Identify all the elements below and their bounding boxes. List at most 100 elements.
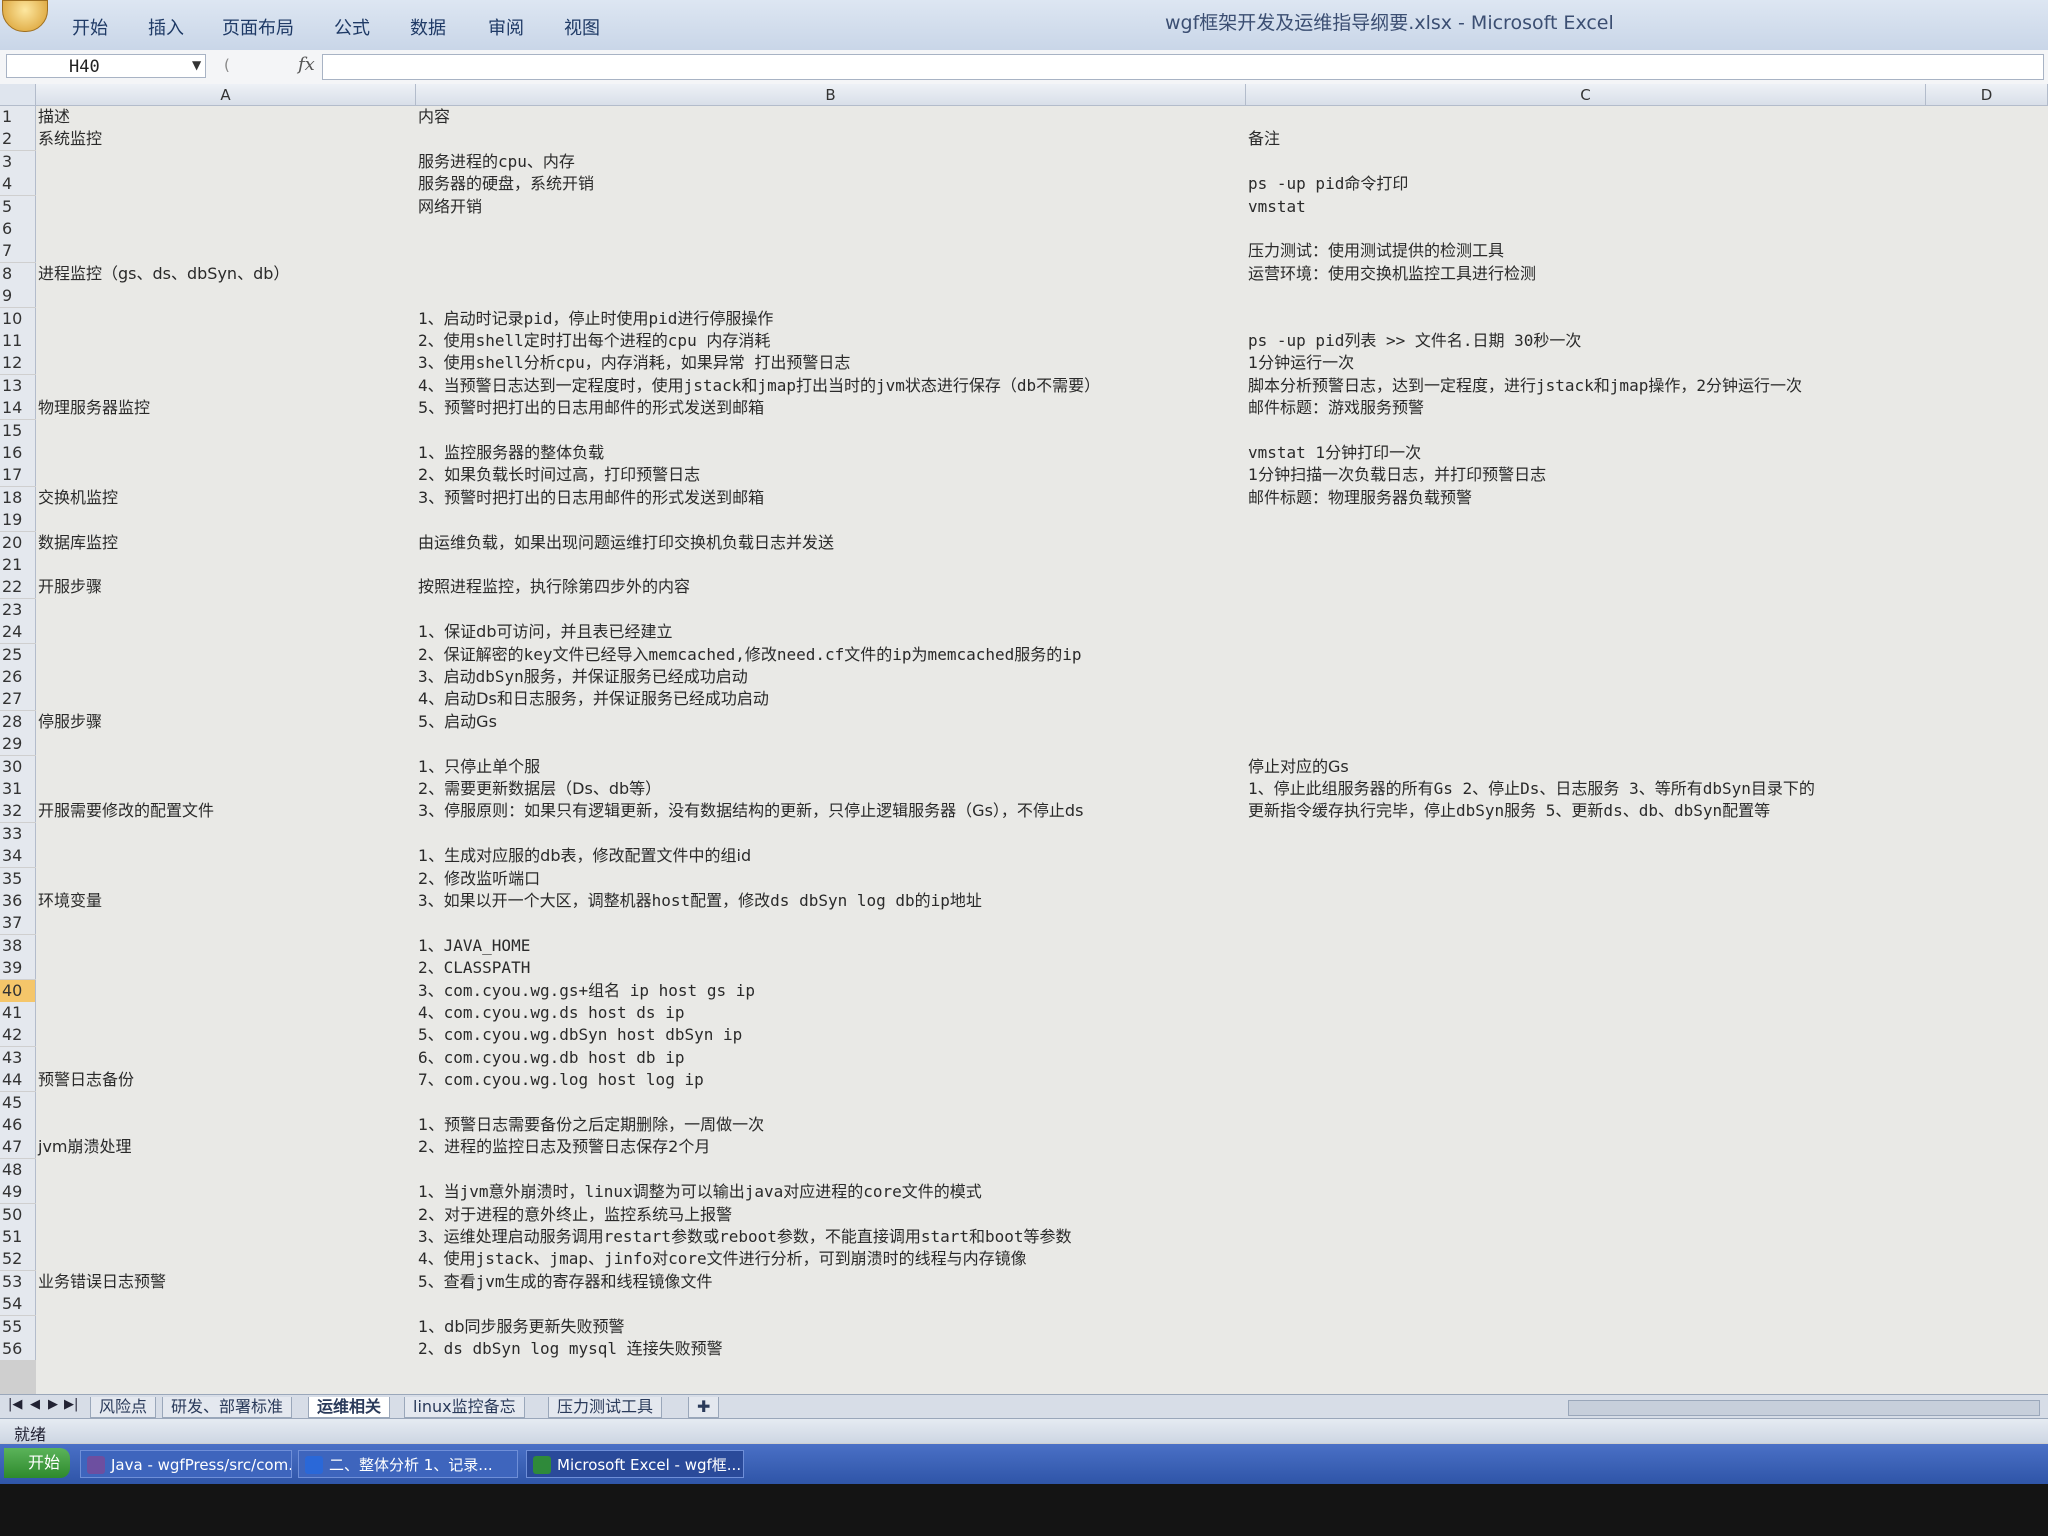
row-header[interactable]: 23 [0,598,36,621]
cell-b[interactable]: 5、预警时把打出的日志用邮件的形式发送到邮箱 [418,397,764,419]
cell-c[interactable]: vmstat 1分钟打印一次 [1248,442,1421,464]
row-header[interactable]: 31 [0,778,36,800]
row-header[interactable]: 37 [0,912,36,935]
cell-c[interactable]: 1分钟运行一次 [1248,352,1354,374]
cell-b[interactable]: 按照进程监控，执行除第四步外的内容 [418,576,690,598]
row-header[interactable]: 28 [0,710,36,733]
sheet-tab-stress-tools[interactable]: 压力测试工具 [548,1397,663,1418]
row-header[interactable]: 10 [0,307,36,330]
sheet-tab-linux-monitor[interactable]: linux监控备忘 [404,1397,525,1418]
row-header[interactable]: 56 [0,1338,36,1360]
cell-b[interactable]: 由运维负载，如果出现问题运维打印交换机负载日志并发送 [418,532,834,554]
cell-c[interactable]: 邮件标题：游戏服务预警 [1248,397,1424,419]
cell-b[interactable]: 3、运维处理启动服务调用restart参数或reboot参数，不能直接调用sta… [418,1226,1072,1248]
cell-b[interactable]: 1、JAVA_HOME [418,935,530,957]
row-header[interactable]: 26 [0,666,36,688]
cell-b[interactable]: 2、需要更新数据层（Ds、db等） [418,778,661,800]
cell-b[interactable]: 1、监控服务器的整体负载 [418,442,604,464]
menu-tab-review[interactable]: 审阅 [488,14,524,40]
menu-tab-data[interactable]: 数据 [410,14,446,40]
cell-b[interactable]: 3、停服原则：如果只有逻辑更新，没有数据结构的更新，只停止逻辑服务器（Gs），不… [418,800,1083,822]
cell-b[interactable]: 4、启动Ds和日志服务，并保证服务已经成功启动 [418,688,769,710]
row-header[interactable]: 3 [0,150,36,173]
row-header[interactable]: 25 [0,643,36,666]
row-header[interactable]: 44 [0,1069,36,1092]
cell-a[interactable]: 开服需要修改的配置文件 [38,800,214,822]
cell-a[interactable]: 开服步骤 [38,576,102,598]
cell-b[interactable]: 2、保证解密的key文件已经导入memcached,修改need.cf文件的ip… [418,644,1082,666]
cell-a[interactable]: 环境变量 [38,890,102,912]
sheet-tab-risk[interactable]: 风险点 [90,1397,157,1418]
cell-b[interactable]: 服务进程的cpu、内存 [418,151,575,173]
row-header[interactable]: 7 [0,240,36,263]
cell-a[interactable]: 预警日志备份 [38,1069,134,1091]
row-header[interactable]: 36 [0,890,36,912]
row-header[interactable]: 47 [0,1136,36,1159]
cell-b[interactable]: 3、预警时把打出的日志用邮件的形式发送到邮箱 [418,487,764,509]
cell-a[interactable]: 物理服务器监控 [38,397,150,419]
cell-b[interactable]: 5、查看jvm生成的寄存器和线程镜像文件 [418,1271,713,1293]
row-header[interactable]: 43 [0,1046,36,1069]
cell-b[interactable]: 3、com.cyou.wg.gs+组名 ip host gs ip [418,980,755,1002]
taskbar-item-java[interactable]: Java - wgfPress/src/com... [80,1450,292,1478]
row-header[interactable]: 53 [0,1270,36,1293]
cell-a[interactable]: 进程监控（gs、ds、dbSyn、db） [38,263,289,285]
worksheet-grid[interactable] [36,106,2048,1406]
name-box[interactable]: H40 [6,54,206,78]
row-header[interactable]: 46 [0,1114,36,1136]
cell-a[interactable]: 停服步骤 [38,711,102,733]
row-header[interactable]: 32 [0,800,36,823]
cell-b[interactable]: 1、只停止单个服 [418,756,540,778]
row-header[interactable]: 35 [0,867,36,890]
cell-c[interactable]: 1、停止此组服务器的所有Gs 2、停止Ds、日志服务 3、等所有dbSyn目录下… [1248,778,1815,800]
row-header[interactable]: 49 [0,1181,36,1204]
column-header-c[interactable]: C [1246,84,1926,106]
row-header[interactable]: 52 [0,1248,36,1271]
row-header[interactable]: 14 [0,397,36,420]
cell-c[interactable]: 备注 [1248,128,1280,150]
taskbar-item-excel[interactable]: Microsoft Excel - wgf框... [526,1450,744,1478]
row-header[interactable]: 15 [0,419,36,442]
cell-b[interactable]: 4、当预警日志达到一定程度时，使用jstack和jmap打出当时的jvm状态进行… [418,375,1100,397]
row-header[interactable]: 34 [0,845,36,868]
row-header[interactable]: 54 [0,1293,36,1316]
row-header[interactable]: 55 [0,1315,36,1338]
cell-a[interactable]: 交换机监控 [38,487,118,509]
column-header-a[interactable]: A [36,84,416,106]
horizontal-scrollbar[interactable] [1568,1400,2040,1416]
taskbar-item-doc[interactable]: 二、整体分析 1、记录... [298,1450,518,1478]
row-header[interactable]: 16 [0,442,36,464]
cell-b[interactable]: 3、如果以开一个大区，调整机器host配置，修改ds dbSyn log db的… [418,890,982,912]
menu-tab-view[interactable]: 视图 [564,14,600,40]
cell-b[interactable]: 1、启动时记录pid，停止时使用pid进行停服操作 [418,308,773,330]
prev-sheet-icon[interactable]: ◀ [30,1397,40,1412]
row-header[interactable]: 42 [0,1024,36,1047]
row-header[interactable]: 20 [0,531,36,554]
cell-c[interactable]: vmstat [1248,196,1306,218]
select-all-corner[interactable] [0,84,36,106]
row-header[interactable]: 8 [0,262,36,285]
cell-c[interactable]: ps -up pid命令打印 [1248,173,1408,195]
row-header[interactable]: 12 [0,352,36,375]
row-header[interactable]: 38 [0,934,36,957]
cell-b[interactable]: 3、使用shell分析cpu，内存消耗，如果异常 打出预警日志 [418,352,850,374]
sheet-tab-dev-deploy[interactable]: 研发、部署标准 [162,1397,293,1418]
cell-b[interactable]: 4、使用jstack、jmap、jinfo对core文件进行分析，可到崩溃时的线… [418,1248,1027,1270]
cell-b[interactable]: 网络开销 [418,196,482,218]
cell-b[interactable]: 服务器的硬盘，系统开销 [418,173,594,195]
cell-b[interactable]: 6、com.cyou.wg.db host db ip [418,1047,684,1069]
cell-b[interactable]: 1、预警日志需要备份之后定期删除，一周做一次 [418,1114,764,1136]
row-header[interactable]: 6 [0,218,36,240]
chevron-down-icon[interactable]: ▼ [192,58,201,72]
row-header[interactable]: 4 [0,173,36,196]
row-header[interactable]: 45 [0,1091,36,1114]
row-header[interactable]: 17 [0,464,36,487]
column-header-d[interactable]: D [1926,84,2048,106]
cell-c[interactable]: 邮件标题：物理服务器负载预警 [1248,487,1472,509]
row-header[interactable]: 41 [0,1002,36,1024]
menu-tab-insert[interactable]: 插入 [148,14,184,40]
row-header[interactable]: 33 [0,822,36,845]
cell-b[interactable]: 2、修改监听端口 [418,868,540,890]
start-button[interactable]: 开始 [4,1448,70,1478]
function-icon[interactable]: fx [298,54,315,75]
